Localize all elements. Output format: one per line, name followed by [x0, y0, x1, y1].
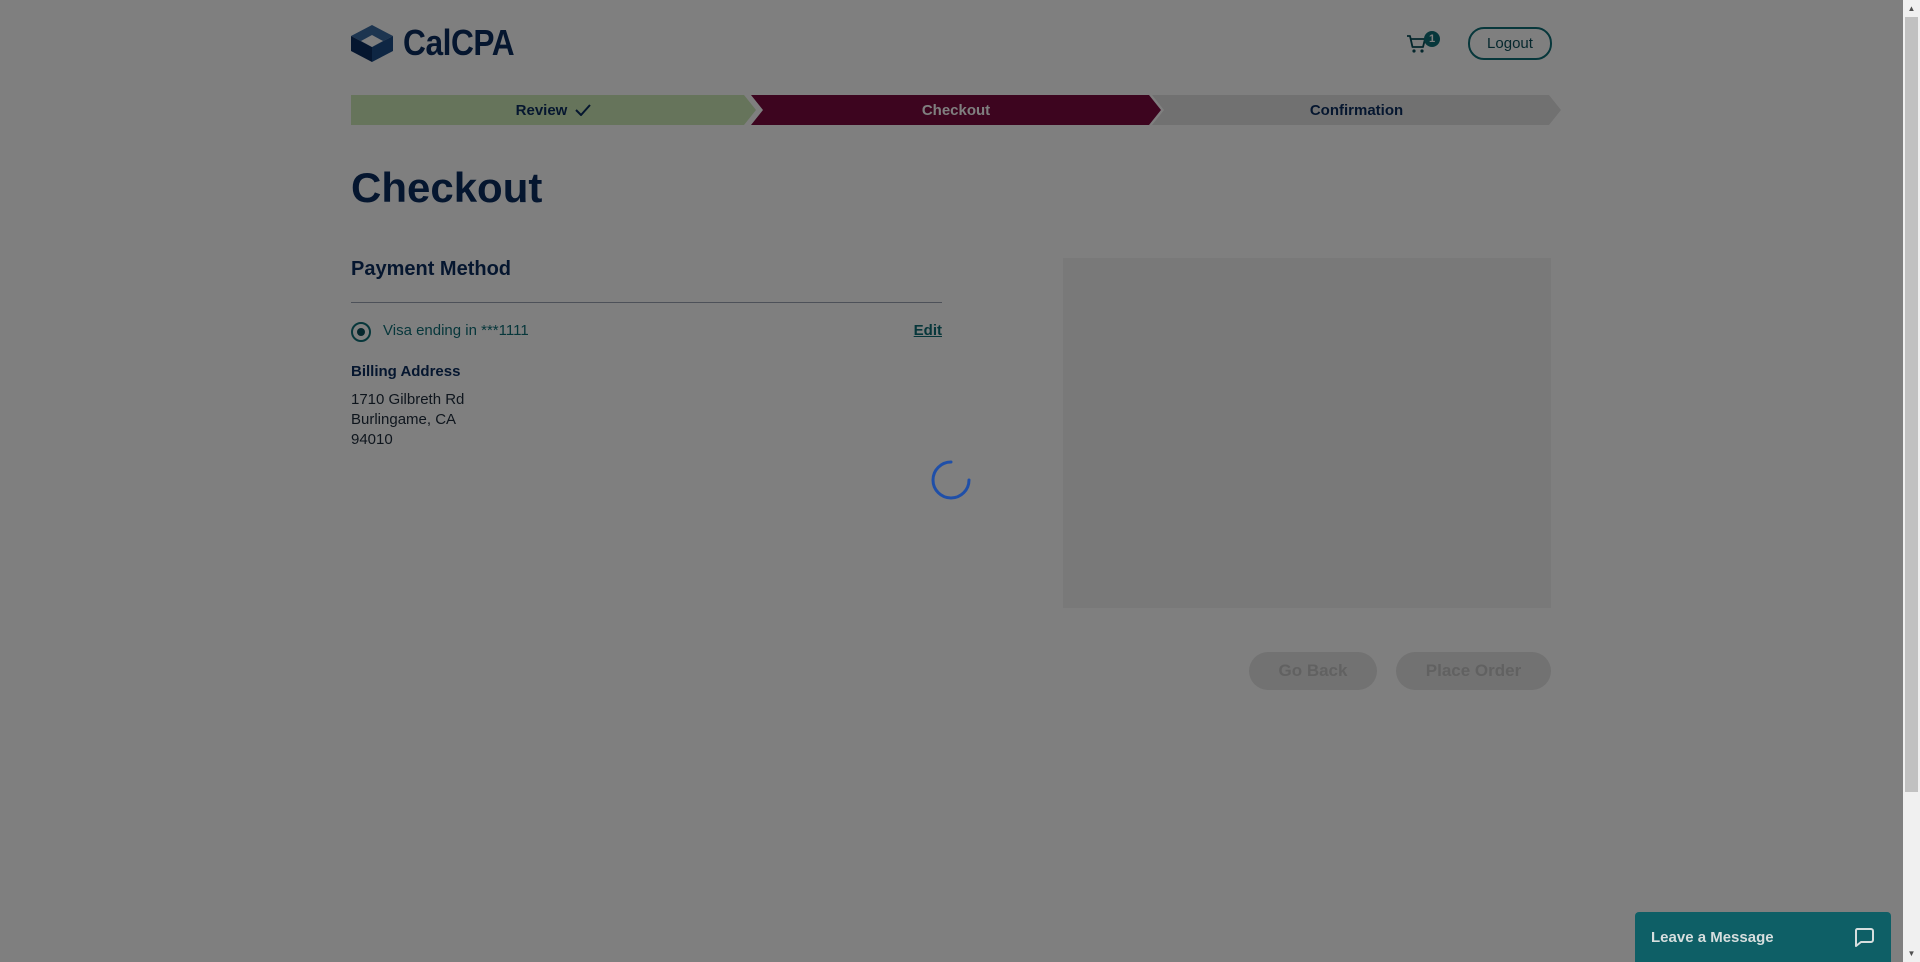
chat-bubble-icon [1854, 928, 1874, 947]
scrollbar-thumb[interactable] [1905, 17, 1918, 792]
scroll-up-arrow-icon[interactable]: ▲ [1903, 0, 1920, 17]
leave-a-message-widget[interactable]: Leave a Message [1635, 912, 1891, 962]
scroll-down-arrow-icon[interactable]: ▼ [1903, 945, 1920, 962]
chat-label: Leave a Message [1651, 928, 1774, 946]
checkout-page: CalCPA 1 Logout Review Checkout Confirma… [0, 0, 1920, 962]
spinner-icon [931, 460, 971, 500]
vertical-scrollbar[interactable]: ▲ ▼ [1903, 0, 1920, 962]
